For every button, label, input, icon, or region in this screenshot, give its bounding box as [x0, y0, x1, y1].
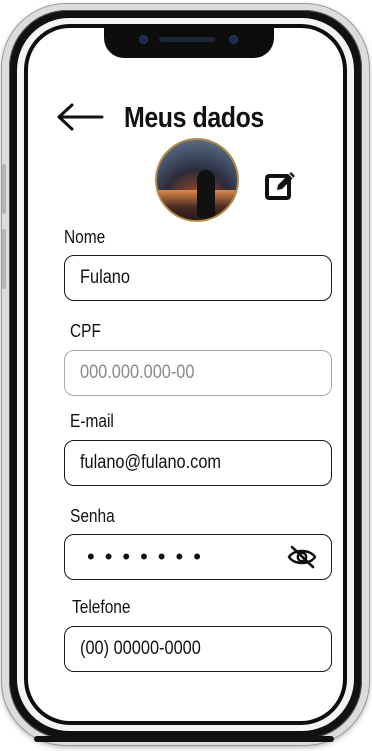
page-title: Meus dados	[124, 102, 264, 134]
toggle-password-button[interactable]	[287, 545, 317, 569]
senha-value: •••••••	[87, 544, 211, 569]
camera-icon	[140, 36, 147, 43]
arrow-left-icon	[57, 103, 104, 131]
phone-notch	[104, 24, 274, 58]
edit-profile-button[interactable]	[264, 169, 298, 203]
page-header: Meus dados	[56, 96, 316, 140]
cpf-placeholder: 000.000.000-00	[80, 362, 195, 383]
cpf-label: CPF	[70, 321, 101, 341]
phone-side-button	[2, 229, 6, 289]
cpf-field[interactable]: 000.000.000-00	[64, 350, 332, 396]
telefone-field[interactable]: (00) 00000-0000	[64, 626, 332, 672]
nome-field[interactable]: Fulano	[64, 255, 332, 301]
email-field[interactable]: fulano@fulano.com	[64, 440, 332, 486]
sensor-icon	[230, 36, 237, 43]
email-value: fulano@fulano.com	[80, 452, 222, 473]
phone-screen: Meus dados Nome Fulano CPF 000.000.000-0…	[24, 24, 347, 725]
avatar	[155, 138, 239, 222]
nome-label: Nome	[64, 227, 106, 247]
senha-field[interactable]: •••••••	[64, 534, 332, 580]
telefone-label: Telefone	[72, 597, 131, 617]
back-button[interactable]	[56, 102, 104, 132]
senha-label: Senha	[70, 506, 115, 526]
speaker-grille	[159, 37, 215, 42]
phone-side-button	[2, 164, 6, 214]
nome-value: Fulano	[80, 267, 130, 288]
phone-frame: Meus dados Nome Fulano CPF 000.000.000-0…	[2, 4, 369, 745]
phone-bottom-edge	[34, 736, 334, 742]
email-label: E-mail	[70, 411, 114, 431]
eye-off-icon	[287, 545, 317, 569]
edit-square-icon	[265, 172, 295, 200]
telefone-value: (00) 00000-0000	[80, 638, 201, 659]
